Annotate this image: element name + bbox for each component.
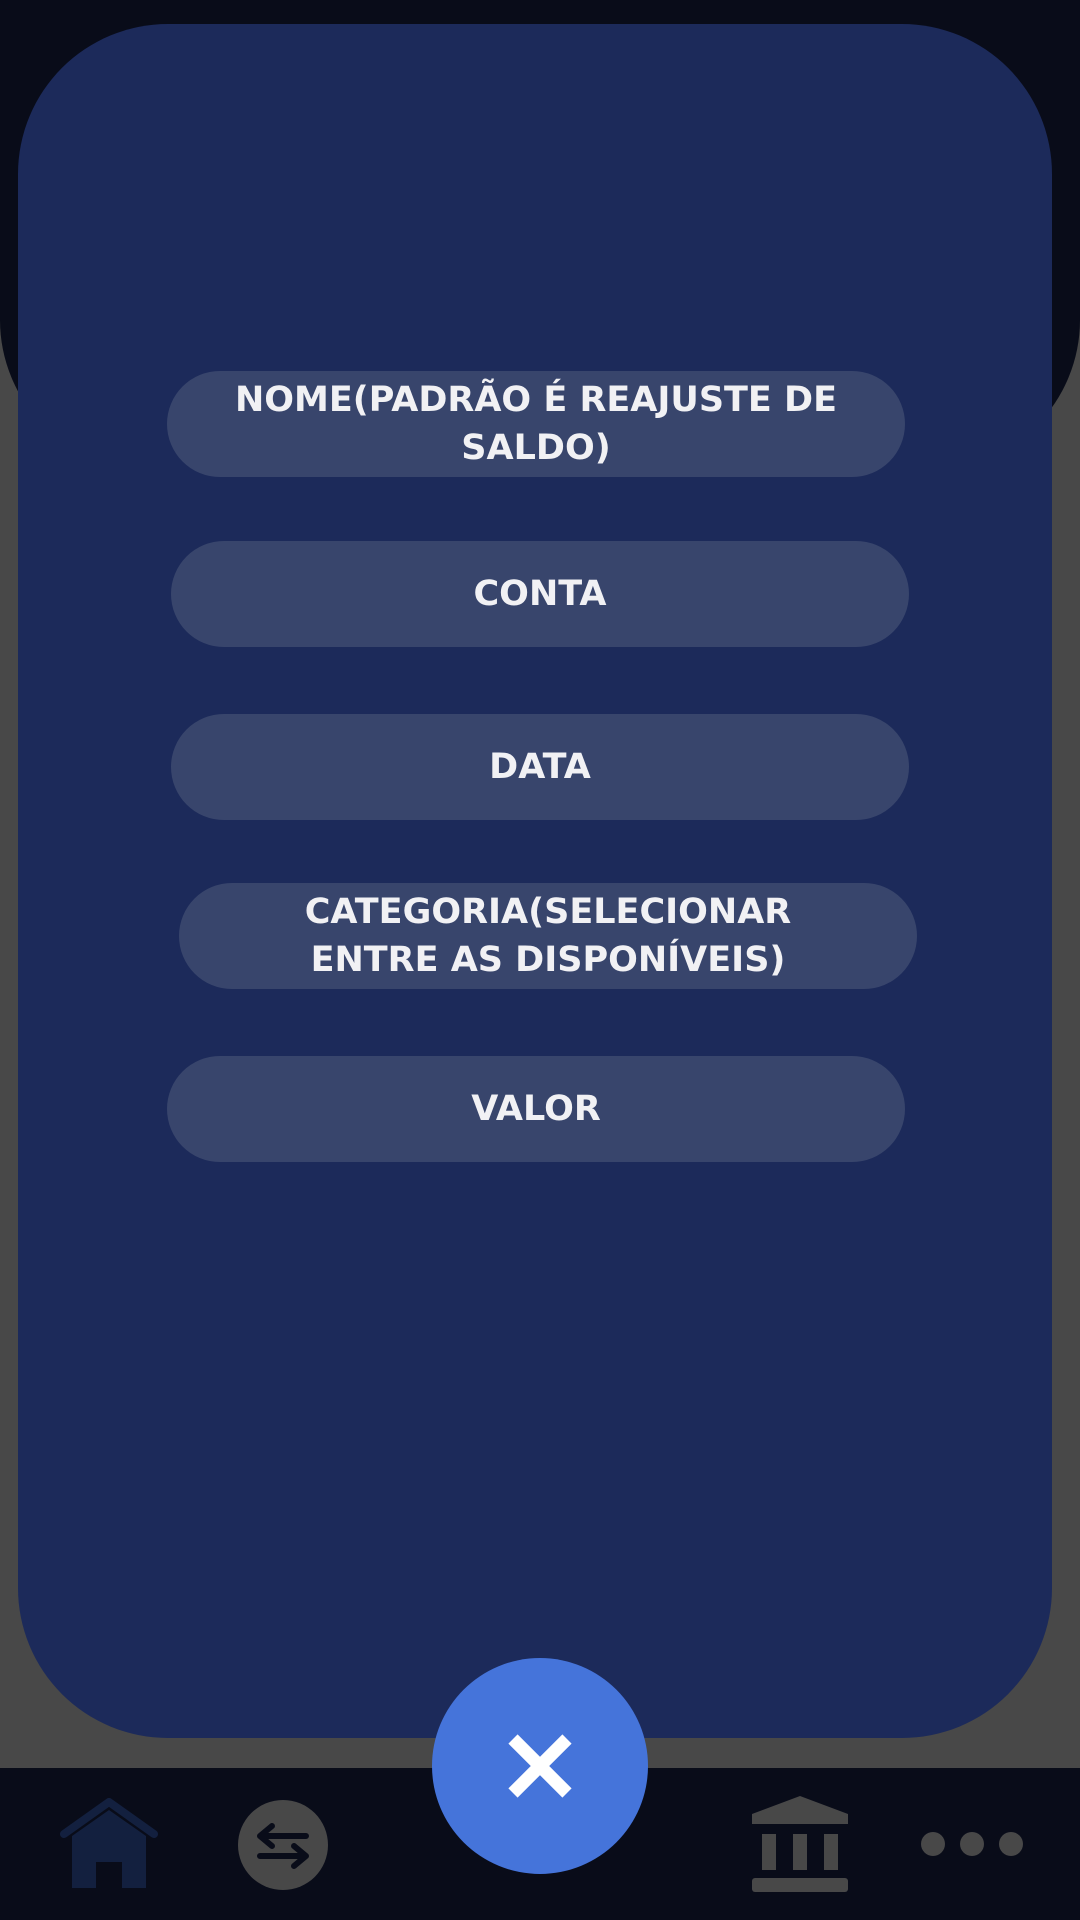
adjust-balance-modal: NOME(PADRÃO É REAJUSTE DE SALDO) CONTA D… xyxy=(18,24,1052,1738)
more-icon[interactable] xyxy=(920,1830,1024,1858)
category-field[interactable]: CATEGORIA(SELECIONAR ENTRE AS DISPONÍVEI… xyxy=(179,883,917,989)
bank-icon[interactable] xyxy=(752,1796,848,1892)
transfer-icon[interactable] xyxy=(238,1800,328,1890)
account-field[interactable]: CONTA xyxy=(171,541,909,647)
value-field[interactable]: VALOR xyxy=(167,1056,905,1162)
date-field[interactable]: DATA xyxy=(171,714,909,820)
close-icon xyxy=(508,1734,572,1798)
name-field[interactable]: NOME(PADRÃO É REAJUSTE DE SALDO) xyxy=(167,371,905,477)
close-fab-button[interactable] xyxy=(432,1658,648,1874)
home-icon[interactable] xyxy=(60,1798,158,1890)
